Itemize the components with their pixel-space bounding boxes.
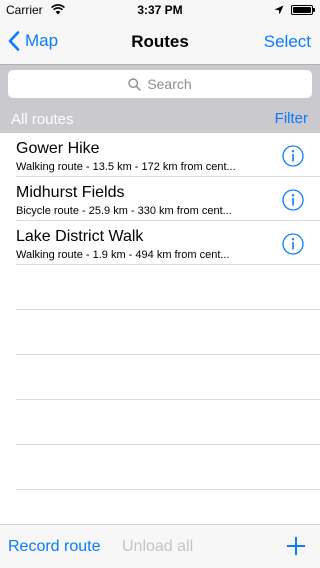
list-item[interactable]: Gower Hike Walking route - 13.5 km - 172…	[0, 133, 320, 177]
section-header: All routes Filter	[0, 104, 320, 133]
empty-row-separator	[16, 310, 320, 355]
empty-row-separator	[16, 400, 320, 445]
battery-icon	[291, 5, 313, 15]
empty-row-separator	[16, 355, 320, 400]
unload-all-button: Unload all	[122, 538, 194, 555]
search-placeholder: Search	[147, 76, 192, 92]
info-icon[interactable]	[282, 233, 304, 255]
routes-list: Gower Hike Walking route - 13.5 km - 172…	[0, 133, 320, 265]
route-name: Gower Hike	[16, 140, 100, 157]
navigation-bar: Map Routes Select	[0, 20, 320, 64]
route-name: Midhurst Fields	[16, 184, 125, 201]
search-input[interactable]: Search	[8, 70, 312, 98]
status-time: 3:37 PM	[137, 3, 183, 17]
record-route-button[interactable]: Record route	[8, 538, 101, 556]
route-name: Lake District Walk	[16, 228, 144, 245]
bottom-toolbar: Record route Unload all	[0, 524, 320, 568]
info-icon[interactable]	[282, 189, 304, 211]
search-icon	[128, 77, 142, 91]
list-item[interactable]: Midhurst Fields Bicycle route - 25.9 km …	[0, 177, 320, 221]
empty-row-separator	[16, 265, 320, 310]
section-title: All routes	[11, 111, 74, 128]
route-details: Walking route - 13.5 km - 172 km from ce…	[16, 161, 236, 173]
plus-icon[interactable]	[286, 536, 306, 556]
route-details: Walking route - 1.9 km - 494 km from cen…	[16, 249, 230, 261]
status-bar: Carrier 3:37 PM	[0, 0, 320, 20]
search-bar: Search	[0, 64, 320, 104]
empty-row-separator	[16, 445, 320, 490]
filter-button[interactable]: Filter	[275, 110, 308, 127]
info-icon[interactable]	[282, 145, 304, 167]
route-details: Bicycle route - 25.9 km - 330 km from ce…	[16, 205, 232, 217]
select-button[interactable]: Select	[264, 32, 311, 52]
empty-rows	[0, 265, 320, 490]
location-arrow-icon	[274, 4, 284, 18]
list-item[interactable]: Lake District Walk Walking route - 1.9 k…	[0, 221, 320, 265]
battery-tip	[313, 8, 315, 12]
